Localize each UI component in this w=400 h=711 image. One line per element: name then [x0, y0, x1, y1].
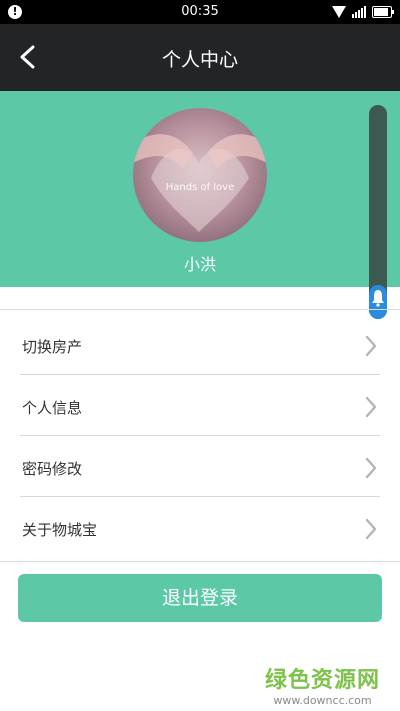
avatar-image: Hands of love — [133, 108, 267, 242]
menu-item-switch-property[interactable]: 切换房产 — [20, 314, 380, 375]
menu-item-label: 密码修改 — [22, 460, 83, 478]
profile-header: Hands of love 小洪 — [0, 91, 400, 319]
chevron-right-icon — [365, 518, 377, 540]
wifi-icon — [332, 6, 346, 18]
watermark: 绿色资源网 www.downcc.com — [265, 662, 380, 707]
status-bar: ! 00:35 — [0, 0, 400, 24]
menu-item-label: 切换房产 — [22, 338, 83, 356]
menu-item-change-password[interactable]: 密码修改 — [20, 436, 380, 497]
watermark-url: www.downcc.com — [273, 694, 372, 707]
chevron-right-icon — [365, 335, 377, 357]
title-bar: 个人中心 — [0, 24, 400, 91]
menu-item-label: 个人信息 — [22, 399, 83, 417]
avatar-caption: Hands of love — [166, 182, 235, 193]
menu-item-personal-info[interactable]: 个人信息 — [20, 375, 380, 436]
watermark-title: 绿色资源网 — [264, 668, 380, 693]
signal-icon — [352, 6, 366, 18]
page-title: 个人中心 — [161, 49, 238, 71]
menu-item-about[interactable]: 关于物城宝 — [20, 497, 380, 558]
avatar[interactable]: Hands of love — [133, 108, 267, 242]
menu-item-label: 关于物城宝 — [22, 521, 98, 539]
divider — [0, 561, 400, 562]
chevron-right-icon — [365, 396, 377, 418]
chevron-right-icon — [365, 457, 377, 479]
status-icons — [332, 5, 394, 19]
battery-icon — [372, 6, 394, 18]
username: 小洪 — [183, 255, 216, 274]
divider — [0, 309, 400, 310]
logout-button[interactable]: 退出登录 — [18, 574, 382, 622]
bell-icon[interactable] — [371, 289, 385, 307]
